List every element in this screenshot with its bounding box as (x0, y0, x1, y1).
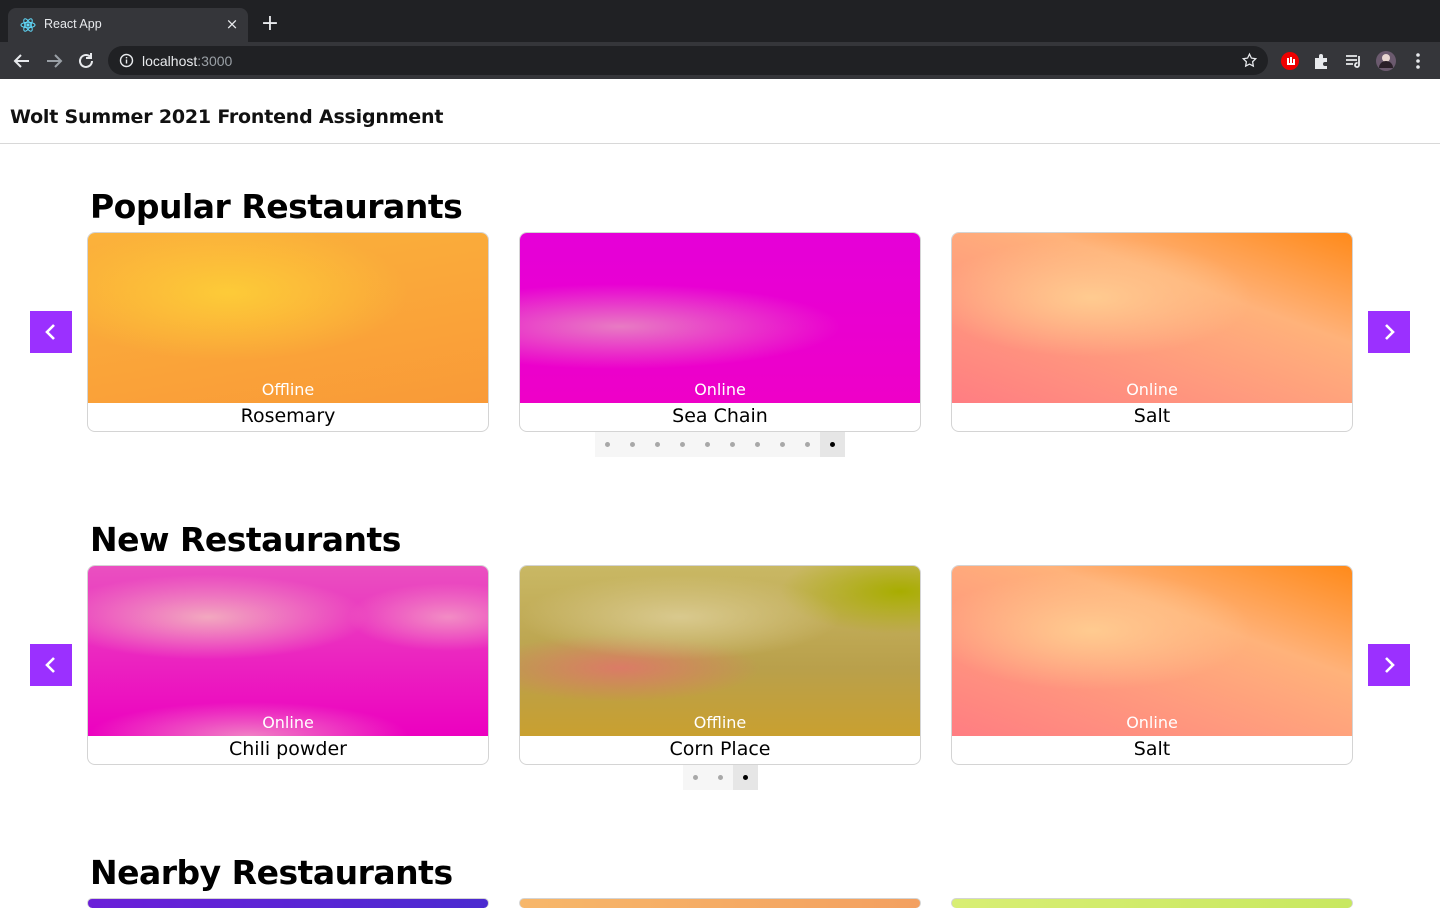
restaurant-card[interactable]: Online Salt (951, 565, 1353, 765)
restaurant-name: Chili powder (229, 738, 347, 760)
restaurant-image (520, 233, 920, 403)
restaurant-name: Salt (1133, 738, 1171, 760)
restaurant-card[interactable]: Online Chili powder (87, 565, 489, 765)
restaurant-status: Offline (693, 713, 747, 732)
carousel-pagination (683, 765, 758, 790)
new-tab-button[interactable]: + (258, 12, 282, 36)
restaurant-image (88, 566, 488, 736)
carousel-prev-button[interactable] (30, 311, 72, 353)
react-logo-icon (20, 18, 36, 32)
restaurant-card[interactable]: Offline Rosemary (87, 232, 489, 432)
url-port: :3000 (197, 53, 233, 69)
bookmark-star-icon[interactable] (1241, 52, 1258, 69)
reload-icon[interactable] (73, 48, 99, 74)
pagination-dot[interactable] (683, 765, 708, 790)
restaurant-image (88, 233, 488, 403)
profile-avatar-icon[interactable] (1375, 50, 1397, 72)
restaurant-name: Rosemary (240, 405, 336, 427)
carousel-next-button[interactable] (1368, 644, 1410, 686)
forward-arrow-icon[interactable] (41, 48, 67, 74)
pagination-dot[interactable] (695, 432, 720, 457)
restaurant-status: Offline (261, 380, 315, 399)
carousel-prev-button[interactable] (30, 644, 72, 686)
carousel-pagination (595, 432, 845, 457)
pagination-dot[interactable] (733, 765, 758, 790)
tab-close-icon[interactable]: × (223, 15, 241, 33)
restaurant-name: Salt (1133, 405, 1171, 427)
section-title: New Restaurants (90, 520, 401, 559)
section-title: Popular Restaurants (90, 187, 463, 226)
browser-tab-bar: React App × + (0, 0, 1440, 42)
section-title: Nearby Restaurants (90, 853, 453, 892)
chevron-left-icon (45, 657, 55, 673)
browser-toolbar: localhost:3000 (0, 42, 1440, 79)
browser-menu-icon[interactable] (1407, 50, 1429, 72)
section-popular-restaurants: Popular Restaurants Offline Rosemary Onl… (0, 187, 1440, 467)
restaurant-card[interactable]: Offline Corn Place (519, 565, 921, 765)
address-bar[interactable]: localhost:3000 (108, 46, 1268, 75)
pagination-dot[interactable] (745, 432, 770, 457)
site-info-icon[interactable] (119, 53, 134, 68)
pagination-dot[interactable] (720, 432, 745, 457)
pagination-dot[interactable] (670, 432, 695, 457)
restaurant-status: Online (1126, 380, 1178, 399)
pagination-dot[interactable] (645, 432, 670, 457)
restaurant-image (952, 566, 1352, 736)
pagination-dot[interactable] (595, 432, 620, 457)
extensions-puzzle-icon[interactable] (1311, 50, 1333, 72)
carousel-next-button[interactable] (1368, 311, 1410, 353)
restaurant-status: Online (262, 713, 314, 732)
restaurant-status: Online (694, 380, 746, 399)
browser-tab[interactable]: React App × (8, 8, 248, 42)
app-header: Wolt Summer 2021 Frontend Assignment (0, 79, 1440, 144)
pagination-dot[interactable] (820, 432, 845, 457)
chevron-right-icon (1385, 657, 1395, 673)
chevron-right-icon (1385, 324, 1395, 340)
restaurant-name: Sea Chain (672, 405, 768, 427)
back-arrow-icon[interactable] (9, 48, 35, 74)
url-text[interactable]: localhost:3000 (142, 53, 232, 69)
url-host: localhost (142, 53, 198, 69)
app-title: Wolt Summer 2021 Frontend Assignment (10, 106, 444, 128)
restaurant-name: Corn Place (669, 738, 771, 760)
section-nearby-restaurants: Nearby Restaurants (0, 853, 1440, 908)
tab-title: React App (44, 17, 102, 31)
restaurant-status: Online (1126, 713, 1178, 732)
media-queue-icon[interactable] (1343, 50, 1365, 72)
restaurant-card[interactable]: Online Salt (951, 232, 1353, 432)
pagination-dot[interactable] (795, 432, 820, 457)
restaurant-card[interactable]: Online Sea Chain (519, 232, 921, 432)
extension-red-icon[interactable] (1279, 50, 1301, 72)
pagination-dot[interactable] (708, 765, 733, 790)
chevron-left-icon (45, 324, 55, 340)
restaurant-image (952, 233, 1352, 403)
section-new-restaurants: New Restaurants Online Chili powder Offl… (0, 520, 1440, 800)
restaurant-image (520, 566, 920, 736)
pagination-dot[interactable] (770, 432, 795, 457)
pagination-dot[interactable] (620, 432, 645, 457)
